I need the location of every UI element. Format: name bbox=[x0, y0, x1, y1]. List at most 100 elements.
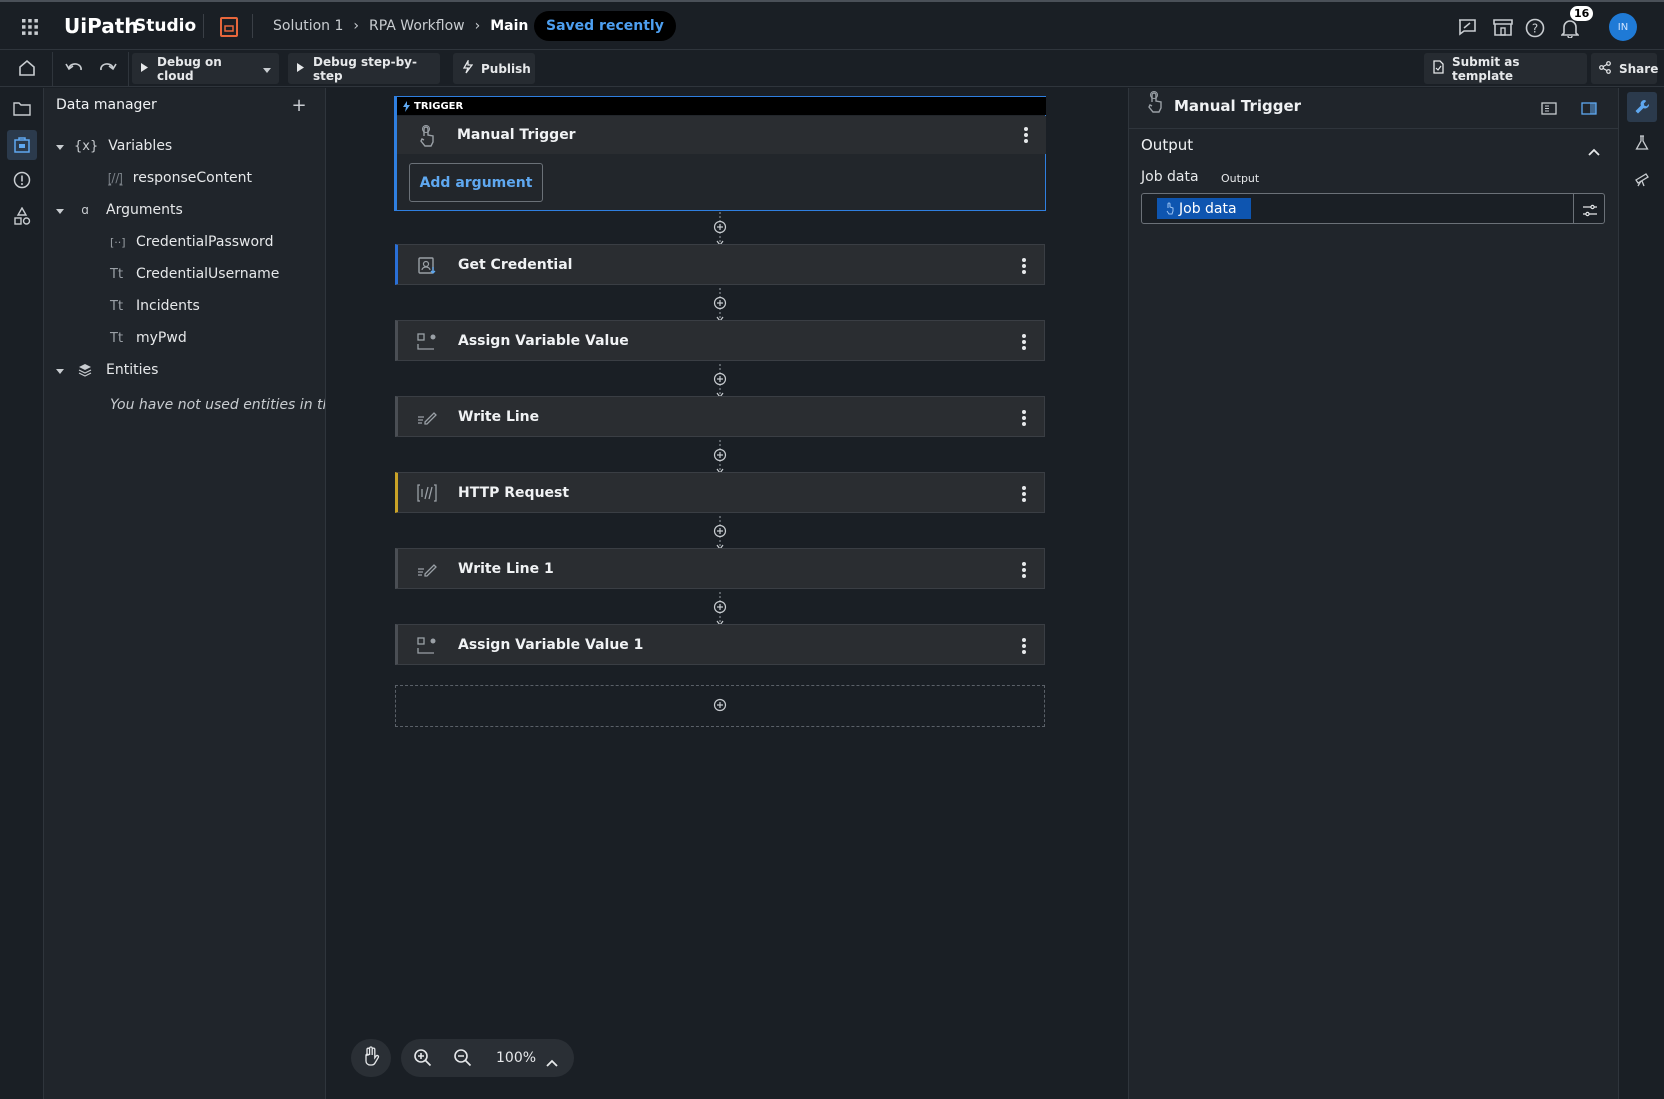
activity-assign-variable-value-1[interactable]: Assign Variable Value 1 bbox=[395, 624, 1045, 665]
add-circle-icon bbox=[713, 697, 727, 716]
entities-group[interactable]: Entities bbox=[56, 362, 158, 378]
debug-step-by-step-button[interactable]: Debug step-by-step bbox=[288, 53, 440, 84]
breadcrumb-solution[interactable]: Solution 1 bbox=[273, 18, 343, 34]
app-launcher-icon[interactable] bbox=[20, 17, 40, 37]
share-button[interactable]: Share bbox=[1591, 53, 1658, 84]
add-activity-dropzone[interactable] bbox=[395, 685, 1045, 727]
debug-on-cloud-button[interactable]: Debug on cloud bbox=[132, 53, 279, 84]
job-data-field[interactable]: Job data bbox=[1141, 193, 1605, 224]
data-manager-icon[interactable] bbox=[7, 130, 37, 160]
entities-label: Entities bbox=[106, 362, 159, 378]
activity-write-line-1[interactable]: Write Line 1 bbox=[395, 548, 1045, 589]
variables-group[interactable]: {x} Variables bbox=[56, 138, 172, 154]
text-type-icon: Tt bbox=[110, 298, 124, 314]
chevron-up-icon[interactable] bbox=[546, 1052, 558, 1071]
chevron-up-icon[interactable] bbox=[1588, 141, 1600, 160]
breadcrumb-workflow[interactable]: RPA Workflow bbox=[369, 18, 465, 34]
field-options-icon[interactable] bbox=[1582, 202, 1598, 221]
activity-label: Assign Variable Value 1 bbox=[458, 636, 644, 653]
add-argument-button[interactable]: Add argument bbox=[409, 163, 543, 202]
zoom-in-icon[interactable] bbox=[413, 1048, 433, 1072]
publish-label: Publish bbox=[481, 61, 531, 76]
zoom-level[interactable]: 100% bbox=[496, 1050, 536, 1066]
argument-item[interactable]: Tt CredentialUsername bbox=[110, 266, 279, 282]
errors-icon[interactable] bbox=[11, 170, 33, 190]
add-activity-connector[interactable] bbox=[713, 516, 727, 550]
activity-write-line[interactable]: Write Line bbox=[395, 396, 1045, 437]
argument-name: Incidents bbox=[136, 298, 200, 314]
activity-http-request[interactable]: HTTP Request bbox=[395, 472, 1045, 513]
caret-down-icon[interactable] bbox=[263, 62, 271, 76]
test-flask-icon[interactable] bbox=[1632, 133, 1652, 153]
more-vertical-icon[interactable] bbox=[1022, 561, 1026, 579]
activity-assign-variable-value[interactable]: Assign Variable Value bbox=[395, 320, 1045, 361]
home-icon[interactable] bbox=[17, 58, 37, 78]
assign-icon bbox=[416, 331, 440, 351]
properties-wrench-icon[interactable] bbox=[1627, 92, 1657, 122]
arguments-group[interactable]: ɑ Arguments bbox=[56, 202, 183, 218]
http-response-icon: ⦋//⦌ bbox=[108, 170, 123, 185]
http-icon bbox=[416, 483, 440, 503]
argument-item[interactable]: Tt Incidents bbox=[110, 298, 200, 314]
svg-text:?: ? bbox=[1532, 22, 1538, 36]
write-line-icon bbox=[416, 407, 440, 427]
publish-button[interactable]: Publish bbox=[453, 53, 535, 84]
more-vertical-icon[interactable] bbox=[1022, 257, 1026, 275]
more-vertical-icon[interactable] bbox=[1022, 485, 1026, 503]
add-activity-connector[interactable] bbox=[713, 364, 727, 398]
add-activity-connector[interactable] bbox=[713, 440, 727, 474]
activity-get-credential[interactable]: Get Credential bbox=[395, 244, 1045, 285]
assign-icon bbox=[416, 635, 440, 655]
undo-icon[interactable] bbox=[62, 58, 86, 78]
caret-down-icon[interactable] bbox=[56, 362, 64, 378]
redo-icon[interactable] bbox=[96, 58, 120, 78]
avatar[interactable]: IN bbox=[1609, 13, 1637, 41]
template-icon bbox=[1432, 60, 1444, 77]
add-activity-connector[interactable] bbox=[713, 212, 727, 246]
breadcrumb-main[interactable]: Main bbox=[490, 18, 528, 34]
add-icon[interactable]: + bbox=[290, 95, 308, 116]
trigger-tag: TRIGGER bbox=[414, 100, 464, 112]
argument-item[interactable]: Tt myPwd bbox=[110, 330, 187, 346]
panel-dock-icon[interactable] bbox=[1581, 100, 1597, 119]
trigger-block[interactable]: TRIGGER Manual Trigger Add argument bbox=[394, 96, 1046, 211]
trigger-header: TRIGGER bbox=[397, 97, 1046, 115]
telescope-icon[interactable] bbox=[1632, 169, 1652, 189]
zoom-out-icon[interactable] bbox=[453, 1048, 473, 1072]
argument-item[interactable]: [··] CredentialPassword bbox=[110, 234, 273, 250]
feedback-icon[interactable] bbox=[1456, 17, 1478, 37]
more-vertical-icon[interactable] bbox=[1024, 126, 1028, 148]
save-status-badge: Saved recently bbox=[534, 11, 676, 41]
share-icon bbox=[1599, 60, 1611, 77]
more-vertical-icon[interactable] bbox=[1022, 409, 1026, 427]
workflow-canvas[interactable] bbox=[326, 88, 1128, 1099]
argument-name: CredentialPassword bbox=[136, 234, 274, 250]
arguments-label: Arguments bbox=[106, 202, 183, 218]
entities-icon bbox=[74, 363, 96, 377]
marketplace-icon[interactable] bbox=[1492, 17, 1514, 37]
output-tag: Output bbox=[1221, 172, 1260, 185]
add-activity-connector[interactable] bbox=[713, 592, 727, 626]
breadcrumb: Solution 1 › RPA Workflow › Main bbox=[273, 18, 528, 34]
resources-icon[interactable] bbox=[11, 206, 33, 226]
chevron-right-icon: › bbox=[353, 18, 359, 34]
layout-toggle-icon[interactable] bbox=[1541, 100, 1557, 119]
uipath-logo: UiPath bbox=[64, 14, 139, 38]
submit-as-template-button[interactable]: Submit as template bbox=[1424, 53, 1587, 84]
variable-item[interactable]: ⦋//⦌ responseContent bbox=[108, 170, 252, 186]
activity-label: Assign Variable Value bbox=[458, 332, 629, 349]
help-icon[interactable]: ? bbox=[1524, 17, 1546, 39]
caret-down-icon[interactable] bbox=[56, 202, 64, 218]
project-explorer-icon[interactable] bbox=[11, 98, 33, 118]
caret-down-icon[interactable] bbox=[56, 138, 64, 154]
job-data-label: Job data bbox=[1141, 169, 1199, 185]
project-icon[interactable] bbox=[220, 17, 238, 37]
add-activity-connector[interactable] bbox=[713, 288, 727, 322]
more-vertical-icon[interactable] bbox=[1022, 333, 1026, 351]
job-data-token[interactable]: Job data bbox=[1157, 198, 1251, 219]
trigger-row[interactable]: Manual Trigger bbox=[397, 116, 1046, 154]
text-type-icon: Tt bbox=[110, 330, 124, 346]
pan-tool-button[interactable] bbox=[351, 1039, 391, 1077]
studio-label: Studio bbox=[134, 16, 197, 36]
more-vertical-icon[interactable] bbox=[1022, 637, 1026, 655]
